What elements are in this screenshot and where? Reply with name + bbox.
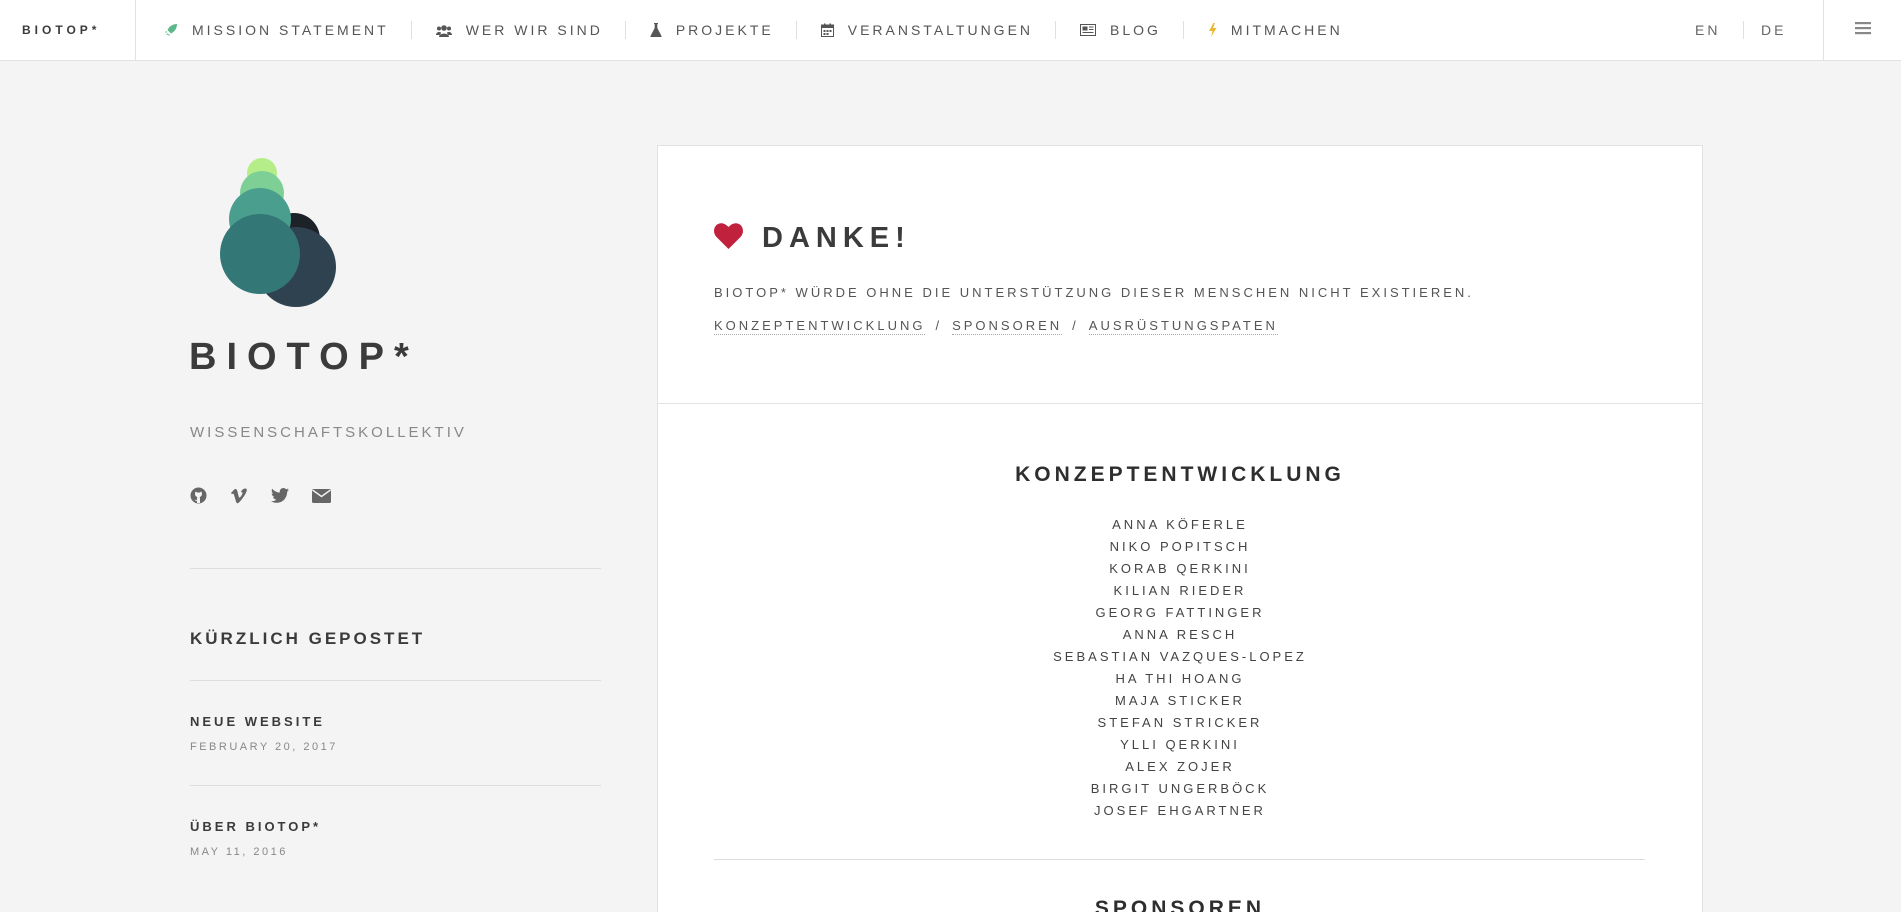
intro-text: BIOTOP* WÜRDE OHNE DIE UNTERSTÜTZUNG DIE… [714,285,1474,300]
section-title-sponsoren: SPONSOREN [1094,897,1266,912]
sidebar-divider [190,680,601,681]
nav-item-wer-wir-sind[interactable]: WER WIR SIND [410,21,625,39]
nav-item-mission-statement[interactable]: MISSION STATEMENT [140,21,411,39]
nav-item-projekte[interactable]: PROJEKTE [624,21,796,39]
sidebar-divider [190,785,601,786]
list-item: NIKO POPITSCH [1109,539,1251,554]
list-item: ANNA KÖFERLE [1112,517,1248,532]
konzeptentwicklung-list: ANNA KÖFERLE NIKO POPITSCH KORAB QERKINI… [658,514,1702,822]
page-heading: DANKE! [714,222,911,255]
sidebar-divider [190,568,601,569]
link-ausruestungspaten[interactable]: AUSRÜSTUNGSPATEN [1088,318,1278,335]
nav-label: PROJEKTE [675,22,774,38]
link-sponsoren[interactable]: SPONSOREN [952,318,1063,335]
github-icon[interactable] [190,487,207,504]
card-header: DANKE! BIOTOP* WÜRDE OHNE DIE UNTERSTÜTZ… [658,146,1702,404]
list-item: BIRGIT UNGERBÖCK [1090,781,1270,796]
vimeo-icon[interactable] [230,488,248,504]
users-icon [435,24,452,37]
link-separator: / [935,318,943,333]
language-en-link[interactable]: EN [1695,0,1720,60]
post-date: MAY 11, 2016 [190,846,288,858]
list-item: ALEX ZOJER [1125,759,1235,774]
post-link-ueber-biotop[interactable]: ÜBER BIOTOP* [190,819,321,834]
calendar-icon [820,23,834,37]
twitter-icon[interactable] [271,488,289,503]
newspaper-icon [1080,24,1097,36]
nav-label: MITMACHEN [1230,22,1343,38]
nav-label: BLOG [1110,22,1161,38]
section-links: KONZEPTENTWICKLUNG / SPONSOREN / AUSRÜST… [714,318,1278,335]
nav-label: VERANSTALTUNGEN [847,22,1034,38]
list-item: KORAB QERKINI [1109,561,1251,576]
rocket-icon [164,23,178,37]
recent-posts-title: KÜRZLICH GEPOSTET [190,629,426,648]
list-item: STEFAN STRICKER [1097,715,1263,730]
list-item: KILIAN RIEDER [1113,583,1247,598]
post-link-neue-website[interactable]: NEUE WEBSITE [190,714,325,729]
list-item: JOSEF EHGARTNER [1094,803,1266,818]
site-subtitle: WISSENSCHAFTSKOLLEKTIV [190,424,467,441]
page-title: DANKE! [762,222,911,254]
section-title-konzeptentwicklung: KONZEPTENTWICKLUNG [1015,463,1345,486]
hamburger-icon [1854,21,1871,40]
list-item: SEBASTIAN VAZQUES-LOPEZ [1053,649,1307,664]
list-item: HA THI HOANG [1115,671,1245,686]
list-item: ANNA RESCH [1122,627,1238,642]
brand-link[interactable]: BIOTOP* [0,0,136,60]
social-links [190,487,354,504]
section-divider [714,859,1645,860]
nav-label: MISSION STATEMENT [192,22,389,38]
list-item: MAJA STICKER [1115,693,1245,708]
nav-label: WER WIR SIND [465,22,603,38]
list-item: YLLI QERKINI [1120,737,1240,752]
flask-icon [650,23,662,37]
site-title: BIOTOP* [189,336,419,378]
link-konzeptentwicklung[interactable]: KONZEPTENTWICKLUNG [714,318,926,335]
heart-icon [714,223,743,254]
nav-item-veranstaltungen[interactable]: VERANSTALTUNGEN [795,21,1055,39]
bolt-icon [1208,23,1217,37]
language-divider [1743,21,1744,39]
nav-item-mitmachen[interactable]: MITMACHEN [1182,21,1365,39]
post-date: FEBRUARY 20, 2017 [190,741,338,753]
main-nav: MISSION STATEMENT WER WIR SIND PROJEKTE … [140,0,1365,60]
envelope-icon[interactable] [312,488,331,503]
language-de-link[interactable]: DE [1761,0,1786,60]
list-item: GEORG FATTINGER [1095,605,1265,620]
menu-button[interactable] [1823,0,1901,60]
nav-item-blog[interactable]: BLOG [1055,21,1183,39]
thanks-card: DANKE! BIOTOP* WÜRDE OHNE DIE UNTERSTÜTZ… [657,145,1703,912]
biotop-logo [215,155,340,310]
top-navbar: BIOTOP* MISSION STATEMENT WER WIR SIND P… [0,0,1901,61]
link-separator: / [1072,318,1079,333]
